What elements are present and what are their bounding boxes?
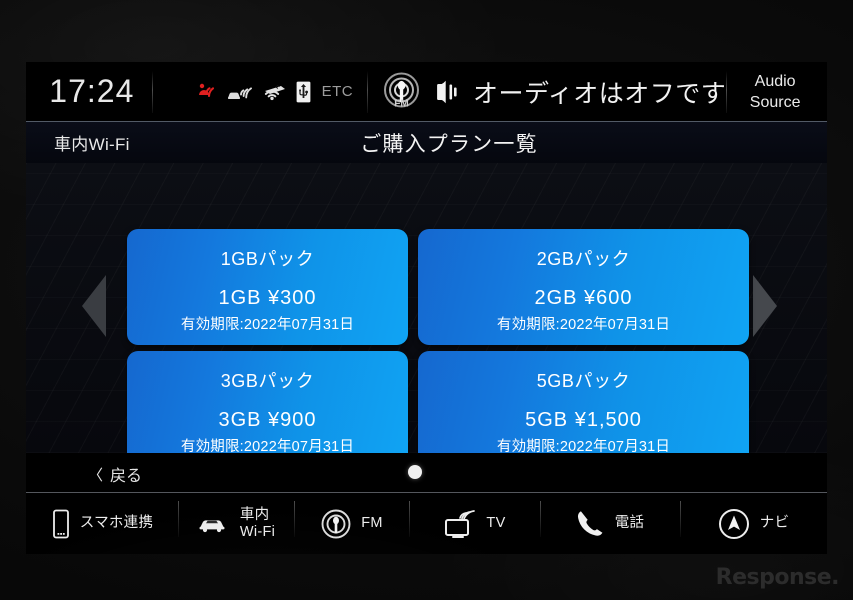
nav-item-label: TV [486, 515, 506, 531]
nav-item-navigation[interactable]: ナビ [680, 493, 826, 555]
usb-icon [296, 81, 311, 103]
fm-antenna-icon [320, 508, 352, 540]
plan-list-content: 1GBパック 1GB ¥300 有効期限:2022年07月31日 2GBパック … [26, 163, 827, 467]
svg-text:FM: FM [394, 99, 408, 110]
breadcrumb-wifi: 車内Wi-Fi [54, 135, 130, 154]
prev-page-arrow[interactable] [82, 275, 106, 337]
audio-source-line1: Audio [754, 72, 796, 90]
plan-price: 5GB ¥1,500 [525, 408, 642, 431]
plan-card-3gb[interactable]: 3GBパック 3GB ¥900 有効期限:2022年07月31日 [127, 351, 408, 467]
smartphone-icon [51, 509, 71, 539]
back-label: 戻る [110, 468, 143, 485]
plan-card-5gb[interactable]: 5GBパック 5GB ¥1,500 有効期限:2022年07月31日 [418, 351, 749, 467]
next-page-arrow[interactable] [753, 275, 777, 337]
navigation-icon [717, 507, 751, 541]
audio-source-button[interactable]: Audio Source [727, 71, 827, 113]
plan-expiry: 有効期限:2022年07月31日 [496, 316, 671, 333]
status-icon-tray: ETC [153, 81, 368, 103]
audio-status-message: オーディオはオフです [473, 79, 727, 108]
nav-item-smartphone-link[interactable]: スマホ連携 [26, 493, 178, 555]
content-footer: 〈 戻る [26, 453, 827, 492]
nav-item-label: FM [361, 515, 383, 531]
plan-price: 1GB ¥300 [218, 286, 317, 309]
plan-name: 5GBパック [536, 370, 631, 391]
nav-item-label: 電話 [614, 515, 645, 531]
gps-alert-icon [193, 81, 217, 102]
plan-card-2gb[interactable]: 2GBパック 2GB ¥600 有効期限:2022年07月31日 [418, 229, 749, 345]
plan-name: 2GBパック [536, 248, 631, 269]
status-bar: 17:24 ETC FM オーディオはオフです Audio Source [26, 62, 827, 121]
fm-radio-icon: FM [382, 72, 421, 111]
etc-label: ETC [321, 83, 354, 100]
back-button[interactable]: 〈 戻る [88, 462, 142, 486]
plan-price: 3GB ¥900 [218, 408, 317, 431]
wifi-hotspot-icon [261, 81, 287, 102]
nav-item-label: ナビ [759, 515, 790, 531]
plan-card-1gb[interactable]: 1GBパック 1GB ¥300 有効期限:2022年07月31日 [127, 229, 408, 345]
nav-item-fm[interactable]: FM [294, 493, 409, 555]
nav-item-tv[interactable]: TV [409, 493, 540, 555]
head-unit-photo: 17:24 ETC FM オーディオはオフです Audio Source 車内W… [0, 0, 853, 600]
car-icon [197, 513, 231, 535]
nav-item-incar-wifi[interactable]: 車内 Wi-Fi [178, 493, 294, 555]
infotainment-screen: 17:24 ETC FM オーディオはオフです Audio Source 車内W… [26, 62, 827, 554]
tv-icon [443, 508, 477, 540]
audio-source-line2: Source [749, 93, 801, 111]
plan-grid: 1GBパック 1GB ¥300 有効期限:2022年07月31日 2GBパック … [127, 229, 749, 473]
chevron-left-icon: 〈 [88, 466, 104, 484]
plan-name: 3GBパック [220, 370, 315, 391]
plan-price: 2GB ¥600 [534, 286, 633, 309]
nav-item-label: 車内 Wi-Fi [239, 506, 276, 540]
plan-expiry: 有効期限:2022年07月31日 [180, 316, 355, 333]
bottom-nav-bar: スマホ連携 車内 Wi-Fi FM TV 電話 ナビ [26, 492, 827, 554]
page-title: ご購入プラン一覧 [360, 132, 538, 156]
speaker-icon [434, 78, 460, 106]
phone-icon [576, 509, 606, 539]
nav-item-phone[interactable]: 電話 [540, 493, 680, 555]
watermark: Response. [715, 565, 840, 590]
audio-status-group: FM オーディオはオフです [368, 72, 726, 111]
title-bar: 車内Wi-Fi ご購入プラン一覧 [26, 121, 827, 163]
page-indicator-dot[interactable] [408, 465, 422, 479]
car-signal-icon [226, 81, 252, 102]
nav-item-label: スマホ連携 [79, 515, 154, 531]
plan-name: 1GBパック [220, 248, 315, 269]
clock: 17:24 [49, 73, 135, 109]
